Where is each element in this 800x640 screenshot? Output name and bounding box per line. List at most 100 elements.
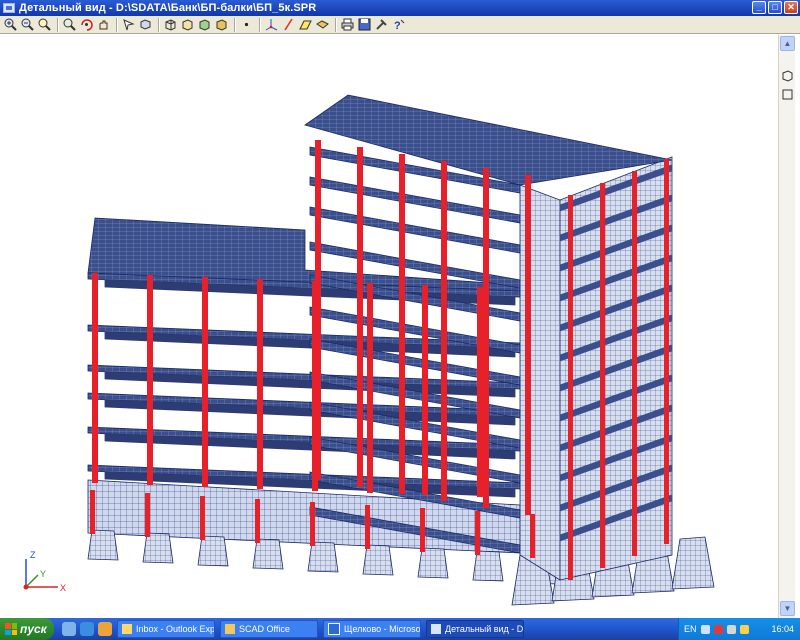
model-canvas[interactable]: Z Y X: [0, 35, 778, 618]
column: [525, 175, 531, 515]
help-icon[interactable]: ?: [391, 17, 406, 32]
column: [483, 168, 489, 508]
task-label: SCAD Office: [239, 624, 290, 634]
taskbar-item-detail-view[interactable]: Детальный вид - D:...: [426, 620, 524, 638]
taskbar: пуск Inbox - Outlook Express SCAD Office…: [0, 618, 800, 640]
select-icon[interactable]: [121, 17, 136, 32]
foundation-block: [362, 544, 394, 576]
axis-x-label: X: [60, 583, 66, 593]
ie-icon[interactable]: [80, 622, 94, 636]
foundation-block: [417, 547, 449, 579]
rotate-icon[interactable]: [79, 17, 94, 32]
toolbar-separator: [57, 17, 59, 32]
task-label: Inbox - Outlook Express: [136, 624, 215, 634]
building-model[interactable]: Z Y X: [0, 35, 778, 618]
volume-icon[interactable]: [726, 624, 736, 634]
taskbar-item-outlook[interactable]: Inbox - Outlook Express: [117, 620, 215, 638]
start-button[interactable]: пуск: [0, 618, 54, 640]
foundation-block: [472, 550, 504, 582]
zoom-out-icon[interactable]: [20, 17, 35, 32]
save-icon[interactable]: [357, 17, 372, 32]
windows-logo-icon: [5, 623, 17, 635]
foundation-block: [197, 535, 229, 567]
word-icon: [328, 623, 340, 635]
toolbar-separator: [335, 17, 337, 32]
fill-icon[interactable]: [298, 17, 313, 32]
view-options-icon[interactable]: [138, 17, 153, 32]
foundation-block: [252, 538, 284, 570]
taskbar-item-word[interactable]: Щелково - Microsoft ...: [323, 620, 421, 638]
axes-indicator: Z Y X: [23, 550, 66, 593]
column: [441, 161, 447, 501]
show-desktop-icon[interactable]: [62, 622, 76, 636]
folder-icon: [225, 624, 235, 634]
task-label: Детальный вид - D:...: [445, 624, 524, 634]
column: [568, 195, 573, 580]
toolbar-separator: [234, 17, 236, 32]
column: [145, 493, 150, 537]
antivirus-icon[interactable]: [713, 624, 723, 634]
scad-icon: [431, 624, 441, 634]
print-icon[interactable]: [340, 17, 355, 32]
media-player-icon[interactable]: [98, 622, 112, 636]
column: [200, 496, 205, 540]
cube-icon[interactable]: [180, 17, 195, 32]
structure-group: [87, 94, 715, 606]
box-shaded-icon[interactable]: [214, 17, 229, 32]
column: [92, 273, 98, 483]
column: [202, 277, 208, 487]
language-indicator[interactable]: EN: [684, 624, 697, 634]
column: [255, 499, 260, 543]
task-label: Щелково - Microsoft ...: [344, 624, 421, 634]
system-tray: EN 16:04: [678, 618, 800, 640]
tools-icon[interactable]: [374, 17, 389, 32]
foundation-block: [671, 536, 715, 590]
column: [530, 514, 535, 558]
column: [600, 183, 605, 568]
axis-y-label: Y: [40, 569, 46, 579]
window-title: Детальный вид - D:\SDATA\Банк\БП-балки\Б…: [19, 2, 317, 14]
pan-icon[interactable]: [96, 17, 111, 32]
fragment-icon[interactable]: [315, 17, 330, 32]
column: [357, 147, 363, 487]
frame-icon[interactable]: [781, 88, 794, 101]
nodes-icon[interactable]: [239, 17, 254, 32]
column: [365, 505, 370, 549]
foundation-block: [307, 541, 339, 573]
vertical-scrollbar[interactable]: ▲ ▼: [778, 35, 795, 618]
outlook-icon: [122, 624, 132, 634]
column: [315, 140, 321, 480]
projection-icon[interactable]: [163, 17, 178, 32]
title-bar: Детальный вид - D:\SDATA\Банк\БП-балки\Б…: [0, 0, 800, 16]
view-cube-icon[interactable]: [781, 69, 794, 82]
network-icon[interactable]: [700, 624, 710, 634]
close-button[interactable]: ✕: [784, 1, 798, 14]
tray-app-icon[interactable]: [739, 624, 749, 634]
column: [422, 285, 428, 495]
zoom-window-icon[interactable]: [37, 17, 52, 32]
maximize-button[interactable]: □: [768, 1, 782, 14]
window-controls: _ □ ✕: [752, 1, 798, 14]
start-label: пуск: [20, 622, 47, 636]
column: [664, 159, 669, 544]
foundation-block: [87, 529, 119, 561]
toolbar-separator: [158, 17, 160, 32]
minimize-button[interactable]: _: [752, 1, 766, 14]
line-icon[interactable]: [281, 17, 296, 32]
toolbar: ?: [0, 16, 800, 34]
box-solid-icon[interactable]: [197, 17, 212, 32]
axes-icon[interactable]: [264, 17, 279, 32]
foundation-block: [142, 532, 174, 564]
zoom-in-icon[interactable]: [3, 17, 18, 32]
scroll-up-button[interactable]: ▲: [780, 36, 795, 51]
zoom-all-icon[interactable]: [62, 17, 77, 32]
axis-z-label: Z: [30, 550, 36, 560]
column: [420, 508, 425, 552]
column: [147, 275, 153, 485]
taskbar-item-scad[interactable]: SCAD Office: [220, 620, 318, 638]
column: [399, 154, 405, 494]
app-icon[interactable]: [3, 3, 15, 13]
toolbar-separator: [116, 17, 118, 32]
column: [257, 279, 263, 489]
scroll-down-button[interactable]: ▼: [780, 601, 795, 616]
